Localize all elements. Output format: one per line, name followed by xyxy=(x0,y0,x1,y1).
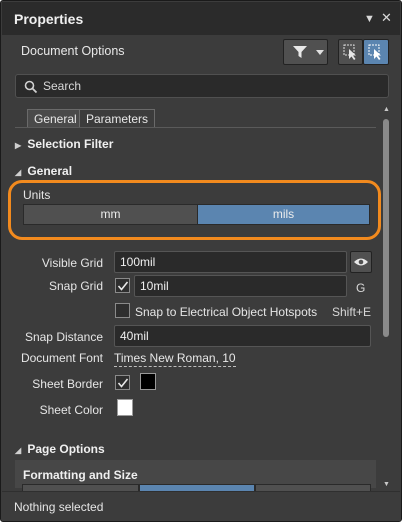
tab-general[interactable]: General xyxy=(27,109,84,128)
scrollbar-thumb[interactable] xyxy=(383,119,389,337)
status-text: Nothing selected xyxy=(14,500,104,514)
section-general[interactable]: ◢ General xyxy=(15,164,376,178)
select-touching-icon xyxy=(368,44,381,60)
visibility-toggle-button[interactable] xyxy=(350,251,372,273)
sheet-border-color-swatch[interactable] xyxy=(140,373,156,390)
select-inside-icon xyxy=(343,44,356,60)
search-input[interactable]: Search xyxy=(15,74,389,98)
chevron-down-icon xyxy=(316,50,324,55)
formatting-size-label: Formatting and Size xyxy=(23,468,138,482)
caret-right-icon: ▶ xyxy=(15,141,22,150)
properties-panel: Properties ▼ ✕ Document Options Search G… xyxy=(0,0,402,522)
section-page-options-label: Page Options xyxy=(27,442,105,456)
snap-hotspots-shortcut: Shift+E xyxy=(332,305,372,319)
visible-grid-value: 100mil xyxy=(120,255,156,269)
caret-down-icon: ◢ xyxy=(15,168,22,177)
panel-titlebar: Properties ▼ ✕ xyxy=(2,2,400,35)
sheet-color-swatch[interactable] xyxy=(117,399,133,416)
snap-distance-label: Snap Distance xyxy=(24,330,103,344)
status-bar: Nothing selected xyxy=(2,491,400,521)
snap-grid-checkbox[interactable] xyxy=(115,278,130,293)
snap-hotspots-checkbox[interactable] xyxy=(115,303,130,318)
filter-button[interactable] xyxy=(283,39,328,65)
document-options-label: Document Options xyxy=(21,44,125,58)
snap-grid-value: 10mil xyxy=(140,279,169,293)
document-font-link[interactable]: Times New Roman, 10 xyxy=(114,351,236,367)
select-touching-button[interactable] xyxy=(363,39,389,65)
visible-grid-field[interactable]: 100mil xyxy=(114,251,347,273)
checkmark-icon xyxy=(117,378,129,388)
caret-down-icon: ◢ xyxy=(15,446,22,455)
sheet-border-label: Sheet Border xyxy=(32,377,103,391)
panel-title: Properties xyxy=(14,10,84,27)
tab-parameters[interactable]: Parameters xyxy=(79,109,156,128)
close-icon[interactable]: ✕ xyxy=(381,11,392,24)
search-placeholder: Search xyxy=(43,79,82,93)
snap-distance-field[interactable]: 40mil xyxy=(114,325,371,347)
scroll-up-icon[interactable]: ▲ xyxy=(383,106,390,113)
document-options-row: Document Options xyxy=(2,35,400,68)
eye-icon xyxy=(354,258,368,266)
section-selection-filter-label: Selection Filter xyxy=(27,137,114,151)
section-page-options[interactable]: ◢ Page Options xyxy=(15,442,376,456)
visible-grid-label: Visible Grid xyxy=(41,256,103,270)
snap-grid-field[interactable]: 10mil xyxy=(134,275,347,297)
snap-grid-label: Snap Grid xyxy=(48,279,103,293)
section-general-label: General xyxy=(27,164,73,178)
section-selection-filter[interactable]: ▶ Selection Filter xyxy=(15,137,376,151)
document-font-label: Document Font xyxy=(20,351,103,365)
units-highlight-ring xyxy=(8,180,381,240)
scroll-down-icon[interactable]: ▼ xyxy=(383,481,390,488)
filter-icon xyxy=(293,46,307,58)
sheet-color-label: Sheet Color xyxy=(39,403,103,417)
snap-distance-value: 40mil xyxy=(120,329,149,343)
panel-menu-icon[interactable]: ▼ xyxy=(364,14,375,25)
search-icon xyxy=(24,80,38,94)
select-objects-button[interactable] xyxy=(338,39,363,65)
snap-hotspots-label: Snap to Electrical Object Hotspots xyxy=(135,305,318,319)
sheet-border-checkbox[interactable] xyxy=(115,375,130,390)
tabs-divider xyxy=(15,127,376,128)
checkmark-icon xyxy=(117,281,129,291)
snap-grid-shortcut: G xyxy=(356,281,366,295)
